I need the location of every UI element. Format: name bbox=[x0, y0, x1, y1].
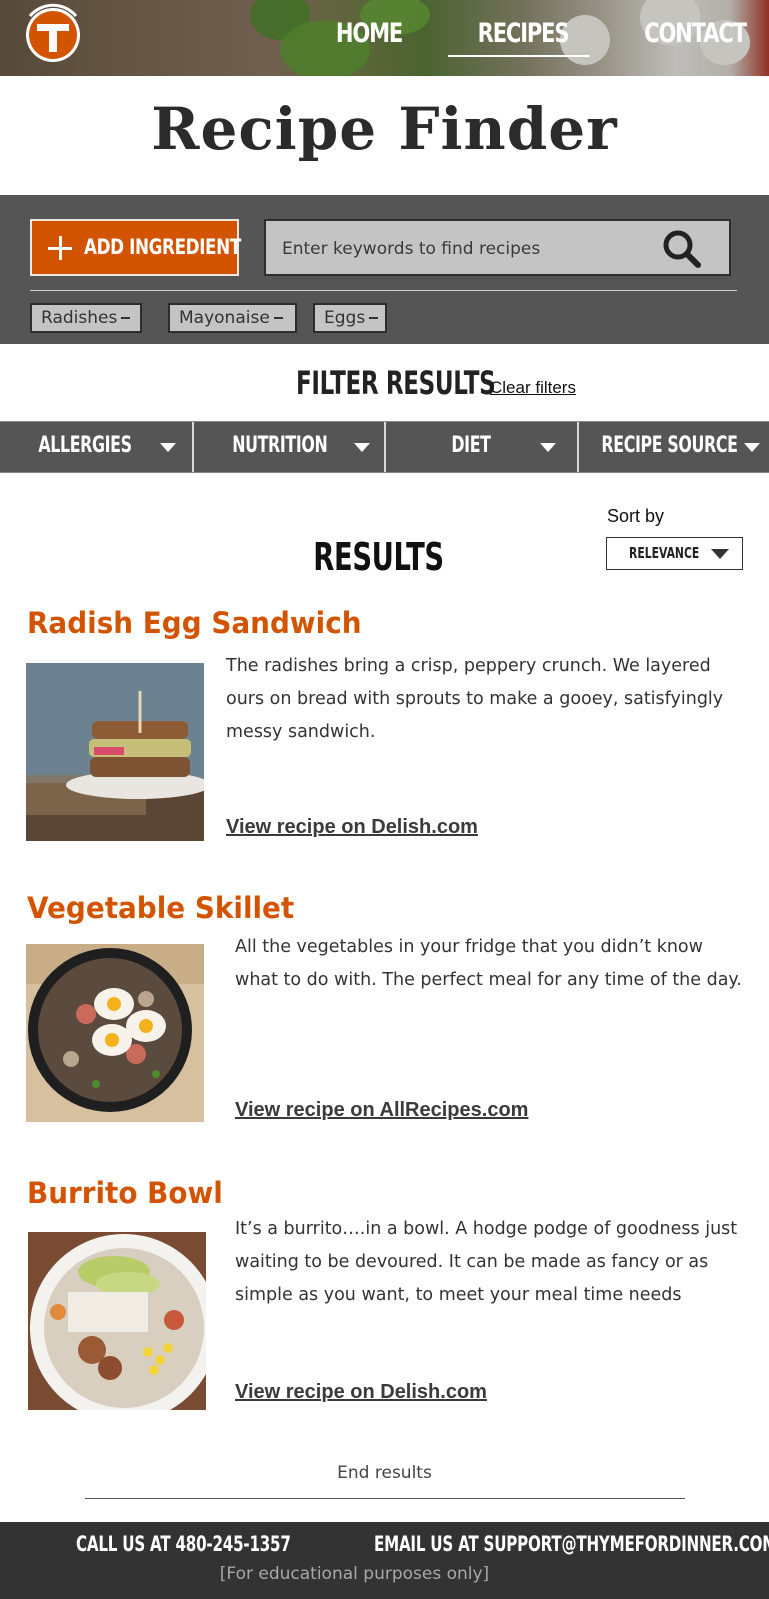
recipe-image-burrito-bowl[interactable] bbox=[28, 1232, 206, 1410]
nav-home-label: HOME bbox=[335, 17, 403, 49]
recipe-title[interactable]: Vegetable Skillet bbox=[27, 891, 294, 925]
search-input[interactable] bbox=[282, 235, 652, 263]
remove-icon[interactable] bbox=[121, 317, 131, 319]
filter-label: NUTRITION bbox=[232, 433, 328, 458]
recipe-image-sandwich[interactable] bbox=[26, 663, 204, 841]
recipe-card: Burrito Bowl It’s a burrito….in a bowl. … bbox=[0, 1176, 769, 1416]
recipe-link[interactable]: View recipe on AllRecipes.com bbox=[235, 1099, 528, 1122]
nav-home[interactable]: HOME bbox=[326, 0, 412, 66]
ingredient-chip-label: Radishes bbox=[41, 308, 118, 328]
remove-icon[interactable] bbox=[273, 317, 283, 319]
filter-diet[interactable]: DIET bbox=[384, 422, 577, 472]
recipe-description: The radishes bring a crisp, peppery crun… bbox=[226, 656, 724, 742]
clear-filters-link[interactable]: Clear filters bbox=[490, 378, 576, 398]
search-icon[interactable] bbox=[660, 227, 704, 271]
recipe-link[interactable]: View recipe on Delish.com bbox=[235, 1381, 487, 1404]
sort-by-label: Sort by bbox=[607, 506, 665, 526]
recipe-image-skillet[interactable] bbox=[26, 944, 204, 1122]
logo-icon[interactable] bbox=[22, 2, 84, 64]
plus-icon bbox=[48, 236, 72, 260]
filter-label: DIET bbox=[451, 433, 491, 458]
filter-results-heading: FILTER RESULTS bbox=[296, 364, 496, 402]
recipe-description: All the vegetables in your fridge that y… bbox=[235, 937, 742, 990]
nav-contact-label: CONTACT bbox=[644, 17, 747, 49]
filter-label: ALLERGIES bbox=[38, 433, 132, 458]
search-panel: ADD INGREDIENT Radishes Mayonaise Eggs bbox=[0, 195, 769, 344]
recipe-card: Radish Egg Sandwich The radishes bring a… bbox=[0, 606, 769, 846]
remove-icon[interactable] bbox=[369, 317, 379, 319]
header-background-leaf bbox=[250, 0, 310, 40]
ingredient-chip-label: Mayonaise bbox=[179, 308, 270, 328]
page-title: Recipe Finder bbox=[151, 95, 618, 163]
filter-nutrition[interactable]: NUTRITION bbox=[192, 422, 384, 472]
footer-disclaimer: [For educational purposes only] bbox=[219, 1564, 490, 1584]
chevron-down-icon bbox=[160, 443, 176, 452]
filter-label: RECIPE SOURCE bbox=[601, 433, 738, 458]
footer-phone[interactable]: CALL US AT 480-245-1357 bbox=[76, 1532, 291, 1556]
filter-allergies[interactable]: ALLERGIES bbox=[0, 422, 192, 472]
chevron-down-icon bbox=[354, 443, 370, 452]
recipe-description: It’s a burrito….in a bowl. A hodge podge… bbox=[235, 1219, 738, 1305]
recipe-link[interactable]: View recipe on Delish.com bbox=[226, 816, 478, 839]
site-footer: CALL US AT 480-245-1357 EMAIL US AT SUPP… bbox=[0, 1522, 769, 1599]
recipe-title[interactable]: Radish Egg Sandwich bbox=[27, 606, 362, 640]
search-box bbox=[264, 219, 731, 276]
results-heading: RESULTS bbox=[313, 535, 444, 579]
recipe-card: Vegetable Skillet All the vegetables in … bbox=[0, 891, 769, 1131]
ingredient-chip-eggs[interactable]: Eggs bbox=[313, 303, 387, 333]
ingredient-chip-label: Eggs bbox=[324, 308, 366, 328]
ingredient-chip-radishes[interactable]: Radishes bbox=[30, 303, 142, 333]
add-ingredient-label: ADD INGREDIENT bbox=[84, 235, 241, 259]
footer-email[interactable]: EMAIL US AT SUPPORT@THYMEFORDINNER.COM bbox=[374, 1532, 769, 1556]
recipe-title[interactable]: Burrito Bowl bbox=[27, 1176, 223, 1210]
end-results-label: End results bbox=[337, 1463, 432, 1483]
chevron-down-icon bbox=[540, 443, 556, 452]
nav-active-indicator bbox=[448, 55, 590, 57]
ingredient-chip-mayonaise[interactable]: Mayonaise bbox=[168, 303, 297, 333]
filter-bar: ALLERGIES NUTRITION DIET RECIPE SOURCE bbox=[0, 421, 769, 473]
add-ingredient-button[interactable]: ADD INGREDIENT bbox=[30, 219, 241, 276]
nav-recipes-label: RECIPES bbox=[477, 17, 570, 49]
chevron-down-icon bbox=[744, 443, 760, 452]
end-results-divider bbox=[85, 1498, 685, 1499]
filter-recipe-source[interactable]: RECIPE SOURCE bbox=[577, 422, 769, 472]
chevron-down-icon bbox=[711, 549, 729, 559]
search-divider bbox=[30, 290, 737, 291]
nav-contact[interactable]: CONTACT bbox=[637, 0, 754, 66]
